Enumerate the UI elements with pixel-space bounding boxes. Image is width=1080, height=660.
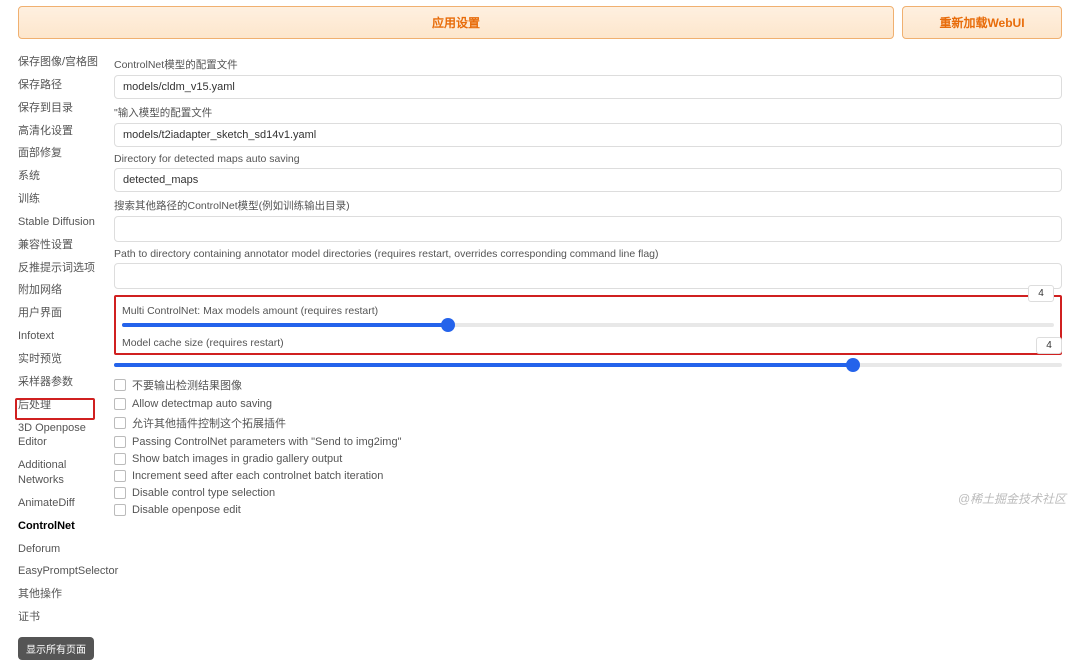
- sidebar-item[interactable]: 面部修复: [18, 142, 108, 165]
- sidebar-item[interactable]: EasyPromptSelector: [18, 560, 108, 583]
- sidebar-item[interactable]: 用户界面: [18, 302, 108, 325]
- checkbox-row[interactable]: 不要输出检测结果图像: [114, 377, 1062, 393]
- sidebar-item[interactable]: 系统: [18, 165, 108, 188]
- sidebar-item-controlnet[interactable]: ControlNet: [18, 515, 108, 538]
- checkbox-label: 允许其他插件控制这个拓展插件: [132, 415, 286, 431]
- field-label: Path to directory containing annotator m…: [114, 248, 1062, 260]
- checkbox-row[interactable]: Passing ControlNet parameters with "Send…: [114, 436, 1062, 448]
- checkbox-label: Allow detectmap auto saving: [132, 398, 272, 410]
- sidebar-item[interactable]: 实时预览: [18, 348, 108, 371]
- sidebar-item[interactable]: 其他操作: [18, 583, 108, 606]
- sidebar-item[interactable]: 3D Openpose Editor: [18, 417, 108, 455]
- cache-size-slider[interactable]: [114, 363, 1062, 367]
- checkbox[interactable]: [114, 398, 126, 410]
- slider-label: Multi ControlNet: Max models amount (req…: [122, 305, 1054, 317]
- show-all-pages-button[interactable]: 显示所有页面: [18, 637, 94, 660]
- slider-value: 4: [1036, 337, 1062, 354]
- slider-label: Model cache size (requires restart): [122, 337, 1054, 349]
- checkbox-label: Show batch images in gradio gallery outp…: [132, 453, 342, 465]
- sidebar-item[interactable]: 后处理: [18, 394, 108, 417]
- checkbox[interactable]: [114, 470, 126, 482]
- checkbox-row[interactable]: Disable openpose edit: [114, 504, 1062, 516]
- settings-sidebar: 保存图像/宫格图 保存路径 保存到目录 高清化设置 面部修复 系统 训练 Sta…: [18, 51, 108, 660]
- sidebar-item[interactable]: Additional Networks: [18, 454, 108, 492]
- checkbox[interactable]: [114, 379, 126, 391]
- sidebar-item[interactable]: 附加网络: [18, 279, 108, 302]
- sidebar-item[interactable]: 保存到目录: [18, 97, 108, 120]
- reload-webui-button[interactable]: 重新加载WebUI: [902, 6, 1062, 39]
- detected-maps-dir-input[interactable]: [114, 168, 1062, 192]
- max-models-slider[interactable]: [122, 323, 1054, 327]
- checkbox-row[interactable]: Increment seed after each controlnet bat…: [114, 470, 1062, 482]
- slider-thumb[interactable]: [846, 358, 860, 372]
- sidebar-item[interactable]: AnimateDiff: [18, 492, 108, 515]
- checkbox-label: Passing ControlNet parameters with "Send…: [132, 436, 401, 448]
- field-label: Directory for detected maps auto saving: [114, 153, 1062, 165]
- sidebar-item[interactable]: 训练: [18, 188, 108, 211]
- checkbox-row[interactable]: Disable control type selection: [114, 487, 1062, 499]
- apply-settings-button[interactable]: 应用设置: [18, 6, 894, 39]
- sidebar-item[interactable]: 保存路径: [18, 74, 108, 97]
- sidebar-item[interactable]: 兼容性设置: [18, 234, 108, 257]
- slider-value: 4: [1028, 285, 1054, 302]
- extra-model-path-input[interactable]: [114, 216, 1062, 242]
- highlighted-section: Multi ControlNet: Max models amount (req…: [114, 295, 1062, 355]
- checkbox-label: 不要输出检测结果图像: [132, 377, 242, 393]
- sidebar-item[interactable]: Deforum: [18, 538, 108, 561]
- field-label: ControlNet模型的配置文件: [114, 57, 1062, 72]
- checkbox-label: Disable control type selection: [132, 487, 275, 499]
- checkbox-row[interactable]: Allow detectmap auto saving: [114, 398, 1062, 410]
- sidebar-item[interactable]: Stable Diffusion: [18, 211, 108, 234]
- field-label: "输入模型的配置文件: [114, 105, 1062, 120]
- slider-thumb[interactable]: [441, 318, 455, 332]
- adapter-config-input[interactable]: [114, 123, 1062, 147]
- settings-main: ControlNet模型的配置文件 "输入模型的配置文件 Directory f…: [108, 51, 1062, 660]
- checkbox-label: Increment seed after each controlnet bat…: [132, 470, 383, 482]
- sidebar-item[interactable]: 保存图像/宫格图: [18, 51, 108, 74]
- sidebar-item[interactable]: 反推提示词选项: [18, 257, 108, 280]
- sidebar-item[interactable]: 证书: [18, 606, 108, 629]
- checkbox[interactable]: [114, 453, 126, 465]
- checkbox-label: Disable openpose edit: [132, 504, 241, 516]
- config-file-input[interactable]: [114, 75, 1062, 99]
- checkbox[interactable]: [114, 504, 126, 516]
- sidebar-item[interactable]: 高清化设置: [18, 120, 108, 143]
- field-label: 搜索其他路径的ControlNet模型(例如训练输出目录): [114, 198, 1062, 213]
- checkbox-row[interactable]: 允许其他插件控制这个拓展插件: [114, 415, 1062, 431]
- checkbox[interactable]: [114, 436, 126, 448]
- watermark: @稀土掘金技术社区: [958, 490, 1066, 507]
- sidebar-item[interactable]: Infotext: [18, 325, 108, 348]
- checkbox[interactable]: [114, 487, 126, 499]
- sidebar-item[interactable]: 采样器参数: [18, 371, 108, 394]
- checkbox[interactable]: [114, 417, 126, 429]
- topbar: 应用设置 重新加载WebUI: [0, 0, 1080, 45]
- annotator-dir-input[interactable]: [114, 263, 1062, 289]
- checkbox-row[interactable]: Show batch images in gradio gallery outp…: [114, 453, 1062, 465]
